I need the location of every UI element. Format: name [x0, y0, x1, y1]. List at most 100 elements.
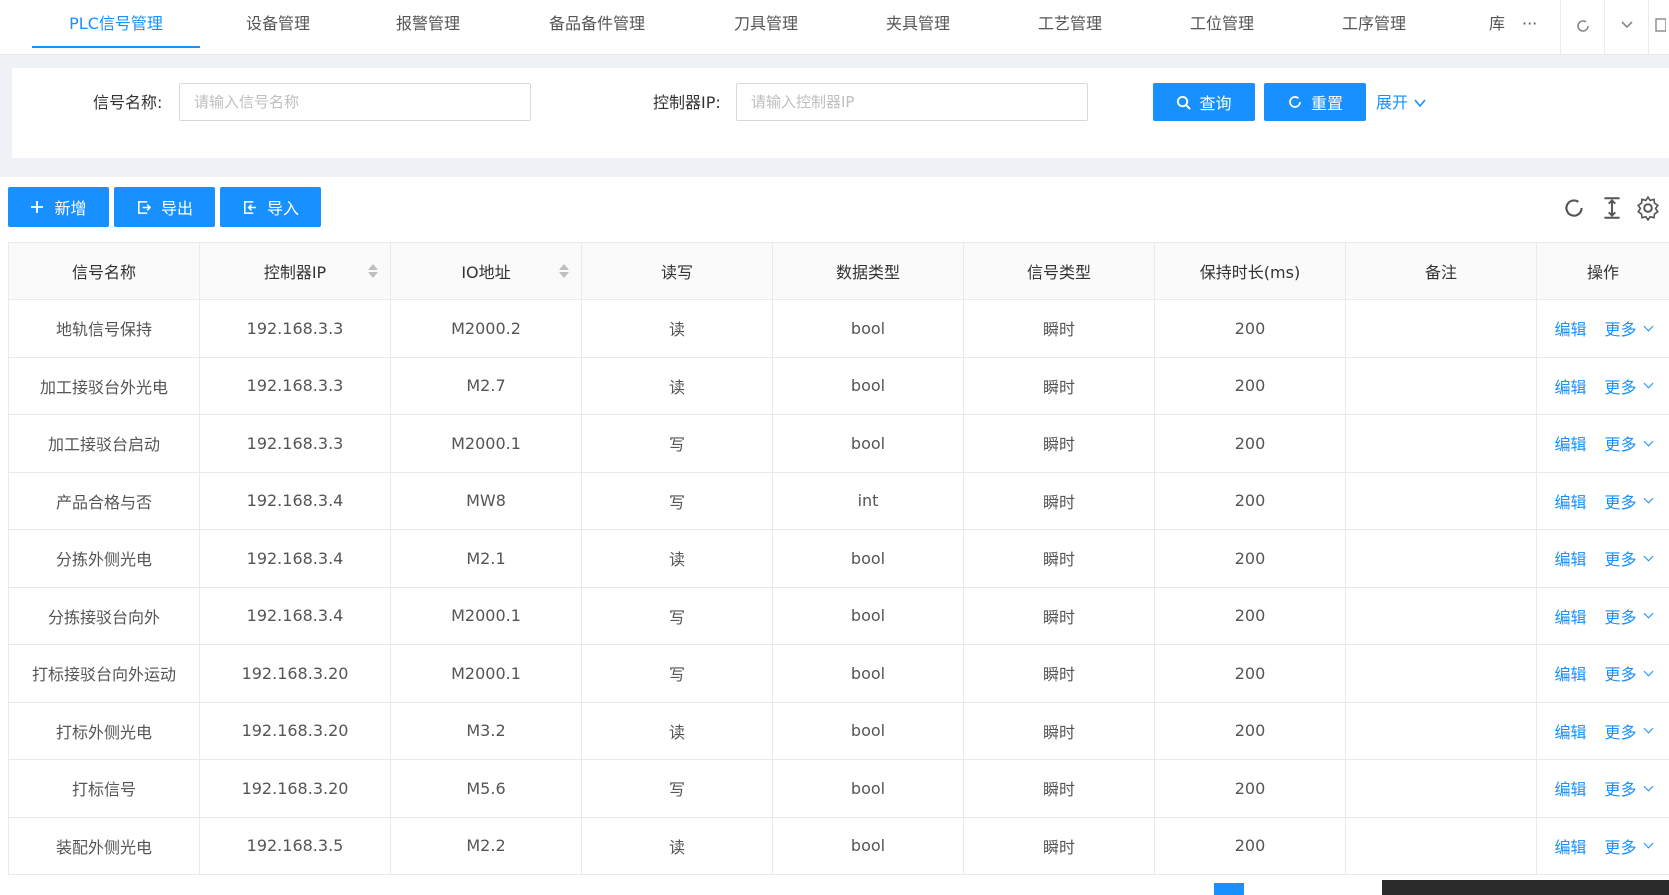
cell-signal-type: 瞬时 — [963, 356, 1155, 415]
expand-toggle[interactable]: 展开 — [1376, 92, 1428, 114]
sort-icon[interactable] — [559, 264, 569, 278]
chevron-down-icon[interactable] — [1604, 0, 1648, 54]
column-height-icon[interactable] — [1599, 195, 1625, 221]
cell-signal-name: 分拣接驳台向外 — [8, 586, 200, 645]
tab-tool[interactable]: 刀具管理 — [718, 0, 814, 54]
cell-controller-ip: 192.168.3.20 — [199, 701, 391, 760]
table-body: 地轨信号保持 192.168.3.3 M2000.2 读 bool 瞬时 200 编辑 更多 加工… — [8, 299, 1669, 875]
edit-link[interactable]: 编辑 — [1554, 776, 1586, 800]
more-label: 更多 — [1604, 377, 1637, 397]
table-row: 分拣接驳台向外 192.168.3.4 M2000.1 写 bool 瞬时 200 编辑 更多 — [8, 586, 1669, 645]
cell-remark — [1345, 299, 1537, 358]
cell-actions: 编辑 更多 — [1536, 759, 1669, 818]
cell-data-type: bool — [772, 644, 964, 703]
tab-process[interactable]: 工艺管理 — [1022, 0, 1118, 54]
cell-hold-duration: 200 — [1154, 586, 1346, 645]
cell-read-write: 写 — [581, 644, 773, 703]
query-button[interactable]: 查询 — [1153, 83, 1255, 121]
more-label: 更多 — [1604, 722, 1637, 742]
pagination-current-page[interactable] — [1214, 883, 1244, 895]
edit-link[interactable]: 编辑 — [1554, 661, 1586, 685]
reset-button[interactable]: 重置 — [1264, 83, 1366, 121]
cell-signal-type: 瞬时 — [963, 529, 1155, 588]
more-tabs-icon[interactable]: ··· — [1522, 0, 1537, 54]
tab-alarm[interactable]: 报警管理 — [380, 0, 476, 54]
edit-link[interactable]: 编辑 — [1554, 431, 1586, 455]
cell-signal-name: 打标信号 — [8, 759, 200, 818]
controller-ip-input[interactable] — [736, 83, 1088, 121]
reload-icon[interactable] — [1561, 195, 1587, 221]
cell-controller-ip: 192.168.3.3 — [199, 414, 391, 473]
column-header-signal-type: 信号类型 — [963, 242, 1155, 300]
more-dropdown[interactable]: 更多 — [1605, 546, 1653, 570]
column-header-controller-ip[interactable]: 控制器IP — [199, 242, 391, 300]
edit-link[interactable]: 编辑 — [1554, 546, 1586, 570]
signal-name-input[interactable] — [179, 83, 531, 121]
cell-io-address: M2000.1 — [390, 644, 582, 703]
tab-fixture[interactable]: 夹具管理 — [870, 0, 966, 54]
cell-actions: 编辑 更多 — [1536, 356, 1669, 415]
table-header-row: 信号名称 控制器IP IO地址 读写 数据类型 信号类型 保持时长(ms) 备注… — [8, 242, 1669, 300]
cell-io-address: MW8 — [390, 471, 582, 530]
more-dropdown[interactable]: 更多 — [1605, 431, 1653, 455]
plus-icon — [31, 201, 44, 213]
fullscreen-icon[interactable] — [1648, 0, 1669, 54]
cell-signal-name: 打标接驳台向外运动 — [8, 644, 200, 703]
tab-device[interactable]: 设备管理 — [230, 0, 326, 54]
tabs-container: PLC信号管理 设备管理 报警管理 备品备件管理 刀具管理 夹具管理 工艺管理 … — [0, 0, 1520, 54]
reset-button-label: 重置 — [1310, 94, 1343, 113]
table-row: 分拣外侧光电 192.168.3.4 M2.1 读 bool 瞬时 200 编辑 更多 — [8, 529, 1669, 588]
more-dropdown[interactable]: 更多 — [1604, 719, 1653, 743]
cell-hold-duration: 200 — [1154, 414, 1346, 473]
cell-signal-name: 打标外侧光电 — [8, 701, 200, 760]
more-label: 更多 — [1604, 665, 1637, 685]
cell-remark — [1345, 701, 1537, 760]
cell-controller-ip: 192.168.3.3 — [199, 299, 391, 358]
column-header-io-address[interactable]: IO地址 — [390, 242, 582, 300]
edit-link[interactable]: 编辑 — [1554, 604, 1586, 628]
sort-icon[interactable] — [368, 264, 378, 278]
cell-read-write: 读 — [581, 529, 773, 588]
edit-link[interactable]: 编辑 — [1554, 316, 1586, 340]
chevron-down-icon — [1643, 723, 1653, 734]
more-dropdown[interactable]: 更多 — [1605, 834, 1653, 858]
import-button-label: 导入 — [266, 199, 299, 218]
column-header-actions: 操作 — [1536, 242, 1669, 300]
edit-link[interactable]: 编辑 — [1554, 834, 1586, 858]
tab-station[interactable]: 工位管理 — [1174, 0, 1270, 54]
more-dropdown[interactable]: 更多 — [1605, 489, 1653, 513]
cell-signal-type: 瞬时 — [963, 586, 1155, 645]
refresh-tab-icon[interactable] — [1560, 0, 1604, 54]
cell-actions: 编辑 更多 — [1536, 701, 1669, 760]
cell-read-write: 写 — [581, 586, 773, 645]
more-dropdown[interactable]: 更多 — [1604, 316, 1653, 340]
edit-link[interactable]: 编辑 — [1554, 489, 1586, 513]
import-button[interactable]: 导入 — [220, 187, 321, 227]
more-dropdown[interactable]: 更多 — [1604, 661, 1653, 685]
cell-signal-name: 地轨信号保持 — [8, 299, 200, 358]
export-button[interactable]: 导出 — [114, 187, 215, 227]
more-dropdown[interactable]: 更多 — [1604, 374, 1653, 398]
cell-controller-ip: 192.168.3.4 — [199, 471, 391, 530]
cell-hold-duration: 200 — [1154, 759, 1346, 818]
tab-spare-parts[interactable]: 备品备件管理 — [537, 0, 657, 54]
controller-ip-label: 控制器IP: — [653, 93, 721, 112]
cell-signal-name: 产品合格与否 — [8, 471, 200, 530]
tab-plc-signal[interactable]: PLC信号管理 — [32, 0, 200, 54]
edit-link[interactable]: 编辑 — [1554, 374, 1586, 398]
cell-data-type: bool — [772, 816, 964, 875]
cell-read-write: 写 — [581, 414, 773, 473]
more-dropdown[interactable]: 更多 — [1605, 604, 1653, 628]
tab-procedure[interactable]: 工序管理 — [1326, 0, 1422, 54]
more-label: 更多 — [1604, 320, 1637, 340]
chevron-down-icon — [1643, 781, 1653, 792]
more-dropdown[interactable]: 更多 — [1605, 776, 1653, 800]
table-row: 地轨信号保持 192.168.3.3 M2000.2 读 bool 瞬时 200 编辑 更多 — [8, 299, 1669, 358]
add-button[interactable]: 新增 — [8, 187, 109, 227]
gear-icon[interactable] — [1635, 195, 1661, 221]
cell-controller-ip: 192.168.3.4 — [199, 529, 391, 588]
cell-controller-ip: 192.168.3.20 — [199, 644, 391, 703]
signal-table: 信号名称 控制器IP IO地址 读写 数据类型 信号类型 保持时长(ms) 备注… — [8, 242, 1669, 875]
tab-warehouse[interactable]: 库 — [1482, 0, 1512, 54]
edit-link[interactable]: 编辑 — [1554, 719, 1586, 743]
